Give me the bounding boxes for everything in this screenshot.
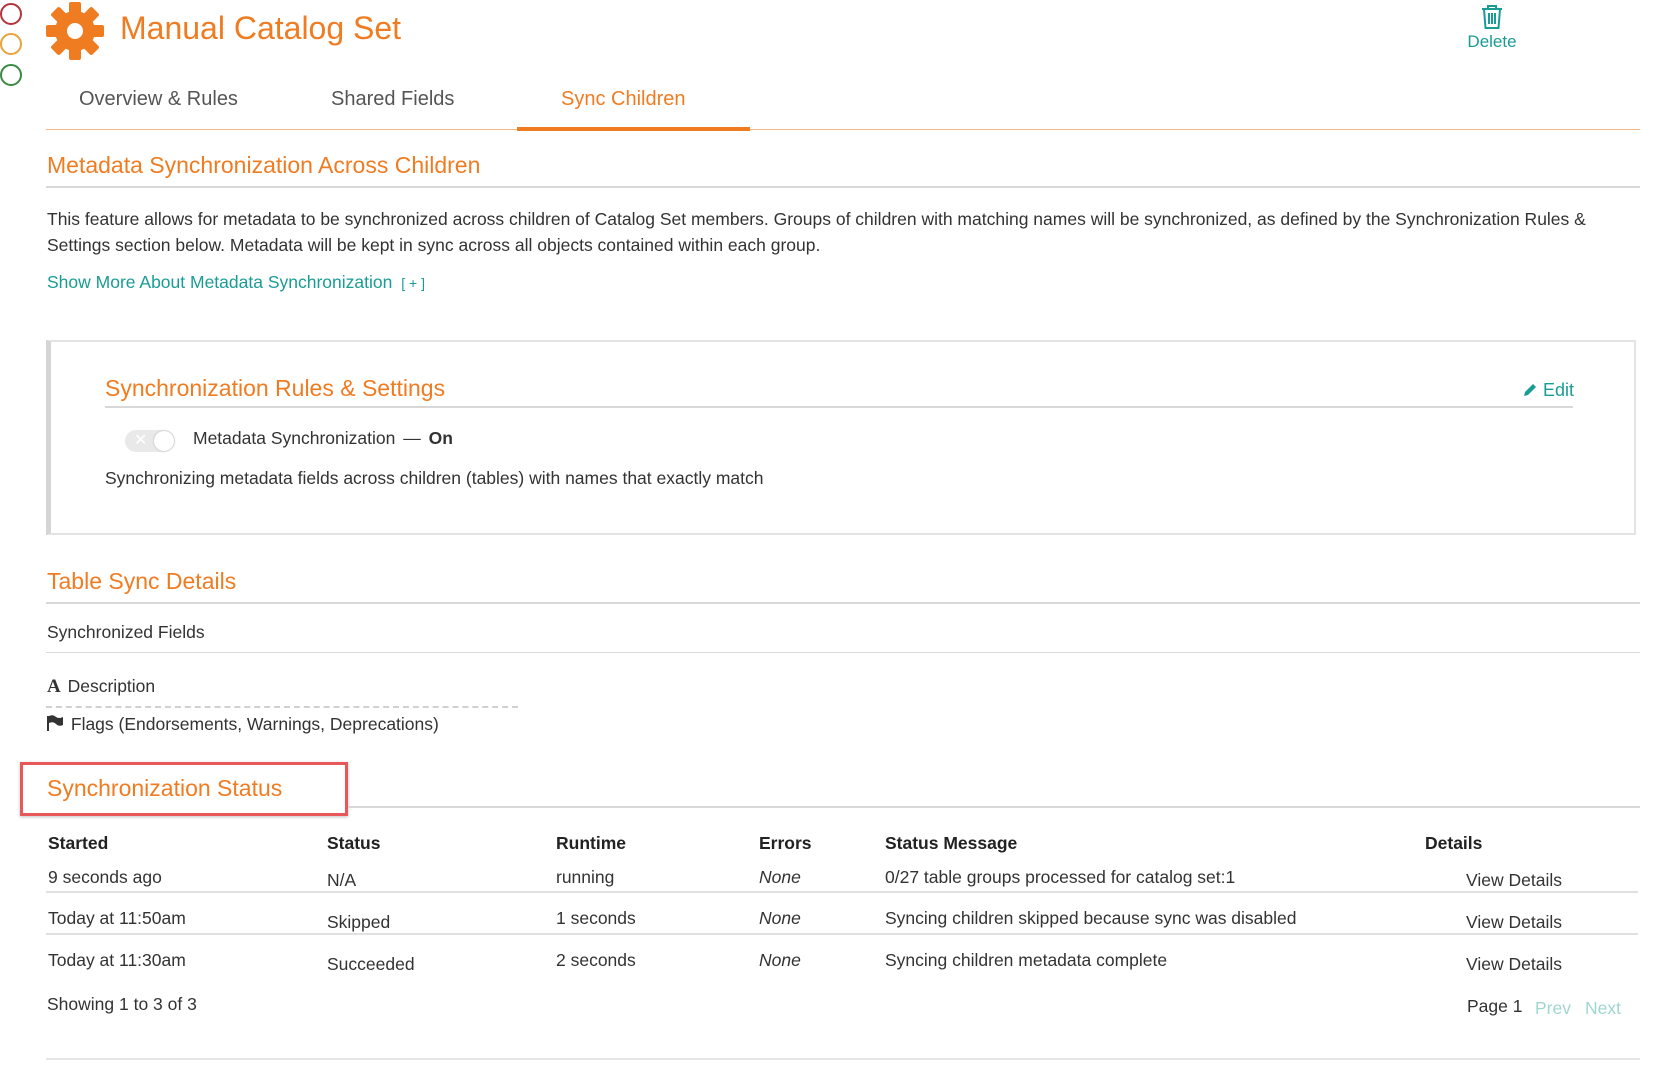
column-header-started: Started <box>48 833 109 853</box>
row-divider <box>46 933 1638 935</box>
toggle-dash: — <box>403 428 421 448</box>
metadata-sync-toggle[interactable]: ✕ <box>125 430 175 452</box>
toggle-x-icon: ✕ <box>134 432 148 449</box>
field-description: A Description <box>47 676 155 698</box>
panel-divider <box>105 406 1573 408</box>
row-runtime: running <box>556 867 615 887</box>
row-errors: None <box>759 908 801 928</box>
row-status-message: Syncing children skipped because sync wa… <box>885 908 1297 928</box>
toggle-state: On <box>428 428 453 448</box>
field-label: Description <box>67 676 156 696</box>
trash-icon <box>1482 5 1502 29</box>
row-status: N/A <box>327 870 357 890</box>
field-flags: Flags (Endorsements, Warnings, Deprecati… <box>47 714 439 735</box>
toggle-knob <box>154 431 174 451</box>
row-errors: None <box>759 867 801 887</box>
view-details-link[interactable]: View Details <box>1466 870 1562 891</box>
footer-divider <box>46 1058 1640 1060</box>
column-header-status: Status <box>327 833 381 853</box>
active-tab-indicator <box>517 127 750 131</box>
field-label: Flags (Endorsements, Warnings, Deprecati… <box>70 714 439 734</box>
section-divider <box>46 602 1640 604</box>
show-more-label: Show More About Metadata Synchronization <box>47 272 393 292</box>
window-minimize-dot[interactable] <box>0 33 22 55</box>
row-errors: None <box>759 950 801 970</box>
column-header-runtime: Runtime <box>556 833 626 853</box>
view-details-link[interactable]: View Details <box>1466 954 1562 975</box>
synchronized-fields-heading: Synchronized Fields <box>47 622 205 642</box>
page-indicator: Page 1 <box>1467 996 1523 1016</box>
column-header-errors: Errors <box>759 833 812 853</box>
row-status-message: Syncing children metadata complete <box>885 950 1168 970</box>
table-sync-heading: Table Sync Details <box>47 568 237 594</box>
window-close-dot[interactable] <box>0 3 22 25</box>
sync-status-heading: Synchronization Status <box>47 775 283 801</box>
column-header-details: Details <box>1425 833 1483 853</box>
row-runtime: 2 seconds <box>556 950 636 970</box>
gear-icon <box>44 0 104 60</box>
row-status: Skipped <box>327 912 391 932</box>
metadata-sync-description: This feature allows for metadata to be s… <box>47 209 1586 255</box>
row-status-message: 0/27 table groups processed for catalog … <box>885 867 1236 887</box>
pagination-summary: Showing 1 to 3 of 3 <box>47 994 197 1014</box>
row-runtime: 1 seconds <box>556 908 636 928</box>
page-title: Manual Catalog Set <box>120 10 402 46</box>
section-divider <box>46 186 1640 188</box>
show-more-expand: [ + ] <box>401 275 425 291</box>
metadata-sync-heading: Metadata Synchronization Across Children <box>47 152 481 178</box>
edit-label: Edit <box>1543 380 1575 400</box>
row-status: Succeeded <box>327 954 415 974</box>
row-started: 9 seconds ago <box>48 867 162 887</box>
field-separator <box>46 706 518 708</box>
tab-shared-fields[interactable]: Shared Fields <box>331 88 454 111</box>
flag-icon <box>47 715 63 731</box>
tab-bar-divider <box>46 129 1640 130</box>
show-more-link[interactable]: Show More About Metadata Synchronization… <box>47 272 425 293</box>
sync-rules-heading: Synchronization Rules & Settings <box>105 375 446 401</box>
tab-overview-rules[interactable]: Overview & Rules <box>79 88 238 111</box>
edit-rules-button[interactable]: Edit <box>1522 380 1574 401</box>
toggle-label-row: Metadata Synchronization — On <box>193 428 453 449</box>
text-a-icon: A <box>47 676 61 697</box>
tab-sync-children[interactable]: Sync Children <box>561 88 686 111</box>
section-divider <box>348 806 1640 808</box>
row-started: Today at 11:30am <box>48 950 186 970</box>
row-divider <box>46 891 1638 893</box>
toggle-label: Metadata Synchronization <box>193 428 396 448</box>
view-details-link[interactable]: View Details <box>1466 912 1562 933</box>
sync-rule-text: Synchronizing metadata fields across chi… <box>105 468 764 488</box>
prev-page-button[interactable]: Prev <box>1535 998 1571 1019</box>
delete-button[interactable]: Delete <box>1462 4 1522 52</box>
row-started: Today at 11:50am <box>48 908 186 928</box>
pencil-icon <box>1524 384 1536 396</box>
next-page-button[interactable]: Next <box>1585 998 1621 1019</box>
column-header-status-message: Status Message <box>885 833 1018 853</box>
window-maximize-dot[interactable] <box>0 64 22 86</box>
fields-divider <box>46 652 1640 653</box>
delete-label: Delete <box>1467 32 1517 51</box>
